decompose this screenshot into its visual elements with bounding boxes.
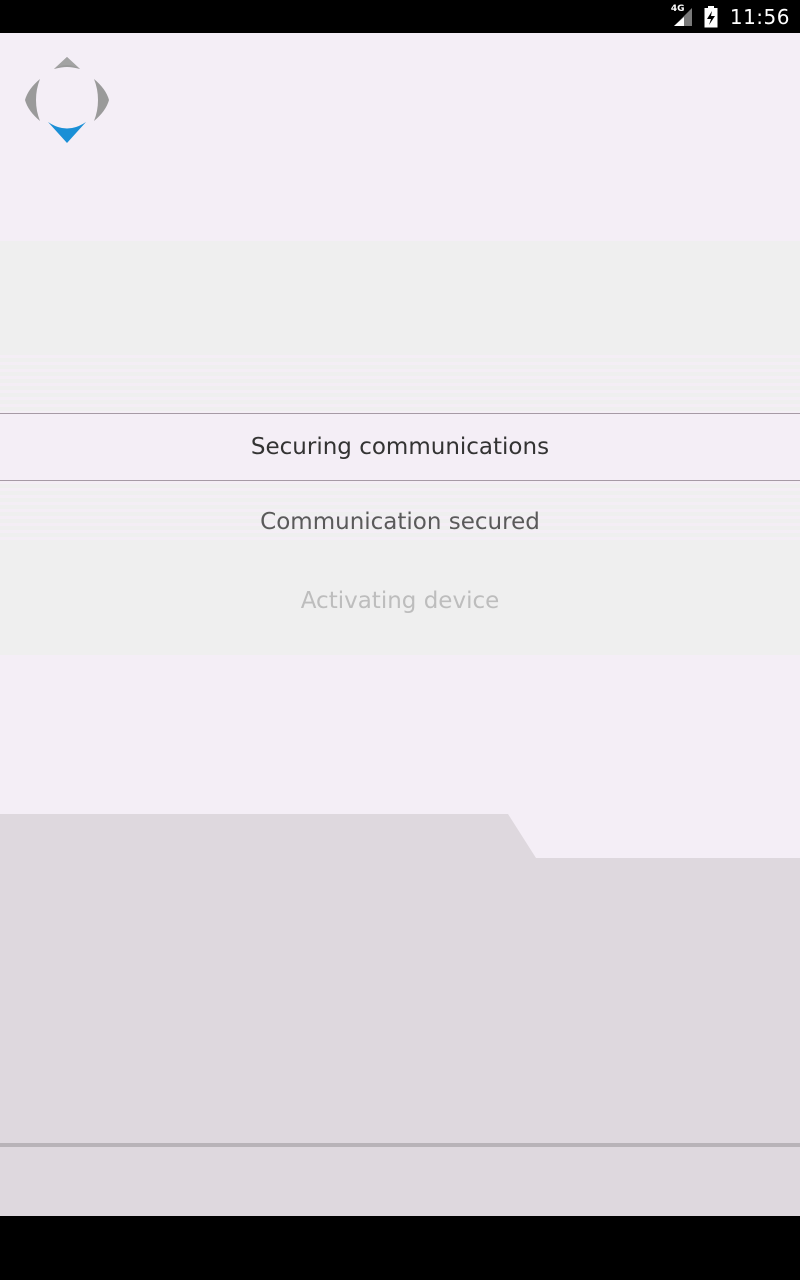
header: [0, 33, 800, 241]
footer-shape: [0, 814, 800, 1216]
step-activating-device: Activating device: [0, 576, 800, 626]
status-icons: 4G 11:56: [671, 0, 790, 33]
stripe-decoration-top: [0, 351, 800, 413]
status-clock: 11:56: [729, 4, 790, 29]
status-bar: 4G 11:56: [0, 0, 800, 33]
step-label: Communication secured: [260, 509, 540, 535]
step-label: Activating device: [300, 588, 500, 614]
footer-divider: [0, 1143, 800, 1147]
navigation-bar: [0, 1216, 800, 1280]
step-securing-communications: Securing communications: [0, 413, 800, 481]
step-label: Securing communications: [250, 434, 550, 460]
step-communication-secured: Communication secured: [0, 497, 800, 547]
signal-icon: 4G: [671, 4, 694, 28]
activation-steps-panel: Securing communications Communication se…: [0, 241, 800, 655]
battery-charging-icon: [704, 5, 718, 28]
app-logo-icon: [22, 55, 112, 145]
